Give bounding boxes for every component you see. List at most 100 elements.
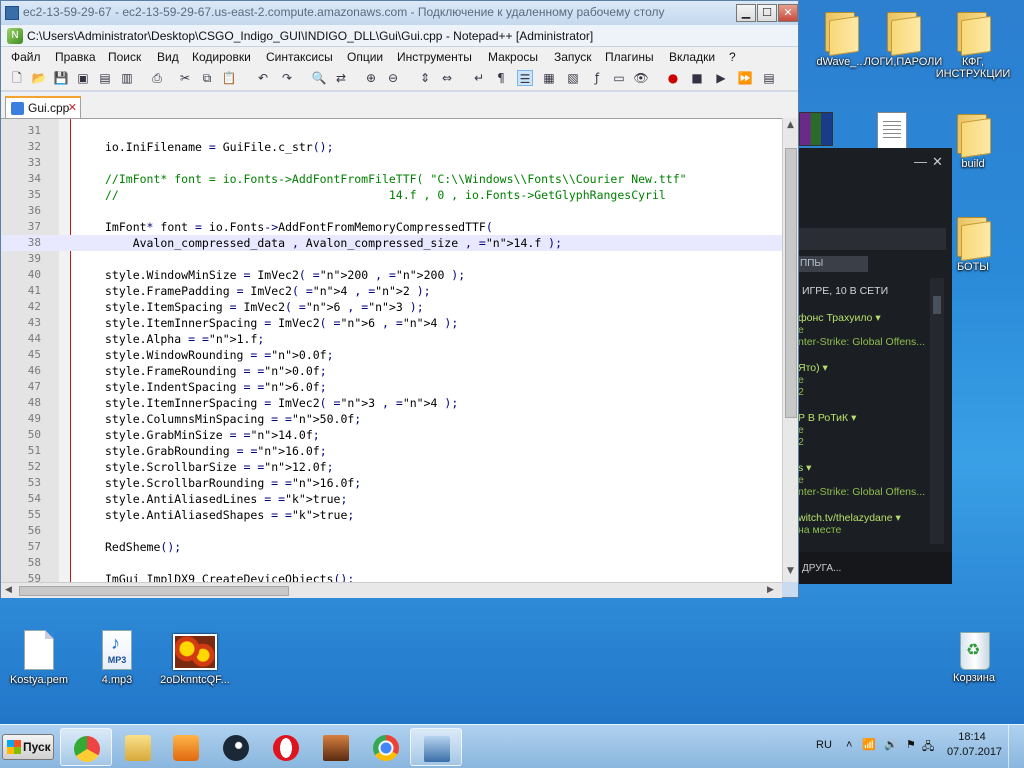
minimize-button[interactable]: ▁ (736, 4, 756, 22)
doc-map-icon[interactable]: ▧ (565, 70, 581, 86)
friend-entry[interactable]: фонс Трахуило ▾ е nter-Strike: Global Of… (798, 312, 925, 348)
monitor-icon[interactable]: 👁 (633, 70, 649, 86)
chevron-down-icon[interactable]: ▾ (875, 312, 880, 324)
code-line[interactable]: 42 style.ItemSpacing = ImVec2( ="n">6 , =… (1, 299, 782, 315)
code-line[interactable]: 37 ImFont* font = io.Fonts->AddFontFromMe… (1, 219, 782, 235)
friend-entry[interactable]: Ято) ▾ е 2 (798, 362, 828, 398)
scroll-up-icon[interactable]: ▲ (787, 120, 794, 130)
friend-entry[interactable]: s ▾ е nter-Strike: Global Offens... (798, 462, 925, 498)
code-line[interactable]: 55 style.AntiAliasedShapes = ="k">true; (1, 507, 782, 523)
menu-file[interactable]: Файл (11, 50, 41, 64)
rdp-titlebar[interactable]: ec2-13-59-29-67 - ec2-13-59-29-67.us-eas… (1, 1, 798, 27)
code-line[interactable]: 45 style.WindowRounding = ="n">0.0f; (1, 347, 782, 363)
taskbar-app-chrome-like[interactable] (60, 728, 112, 766)
run-macro-multiple-icon[interactable]: ⏩ (737, 70, 753, 86)
menu-plugins[interactable]: Плагины (605, 50, 654, 64)
clock[interactable]: 18:14 07.07.2017 (947, 731, 1002, 758)
paste-icon[interactable]: 📋 (221, 70, 237, 86)
scrollbar-thumb[interactable] (933, 296, 941, 314)
scrollbar-thumb[interactable] (19, 586, 289, 596)
save-macro-icon[interactable]: ▤ (761, 70, 777, 86)
scroll-right-icon[interactable]: ▶ (767, 585, 774, 595)
find-icon[interactable]: 🔍 (311, 70, 327, 86)
copy-icon[interactable]: ⧉ (199, 70, 215, 86)
steam-scrollbar[interactable] (930, 278, 944, 544)
code-line[interactable]: 43 style.ItemInnerSpacing = ImVec2( ="n">… (1, 315, 782, 331)
friend-entry[interactable]: witch.tv/thelazydane ▾ на месте (798, 512, 901, 536)
function-list-icon[interactable]: ƒ (589, 70, 605, 86)
close-icon[interactable]: ✕ (932, 154, 943, 170)
redo-icon[interactable]: ↷ (279, 70, 295, 86)
code-line[interactable]: 48 style.ItemInnerSpacing = ImVec2( ="n">… (1, 395, 782, 411)
maximize-button[interactable]: ☐ (757, 4, 777, 22)
tab-gui-cpp[interactable]: Gui.cpp ✕ (5, 96, 81, 118)
code-line[interactable]: 33 (1, 155, 782, 171)
menu-run[interactable]: Запуск (554, 50, 592, 64)
signal-icon[interactable]: 📶 (862, 738, 876, 751)
action-center-icon[interactable]: ⚑ (906, 738, 916, 751)
desktop-file-mp3[interactable]: ♪ MP3 4.mp3 (72, 630, 162, 686)
menu-options[interactable]: Опции (347, 50, 383, 64)
language-indicator[interactable]: RU (816, 739, 832, 751)
open-file-icon[interactable]: 📂 (31, 70, 47, 86)
menu-tools[interactable]: Инструменты (397, 50, 472, 64)
language-icon[interactable]: ▦ (541, 70, 557, 86)
zoom-in-icon[interactable]: ⊕ (363, 70, 379, 86)
close-file-icon[interactable]: ▤ (97, 70, 113, 86)
chevron-down-icon[interactable]: ▾ (895, 512, 900, 524)
volume-icon[interactable]: 🔊 (884, 738, 898, 751)
taskbar-remote-desktop[interactable] (410, 728, 462, 766)
taskbar-explorer[interactable] (112, 728, 164, 766)
chevron-down-icon[interactable]: ▾ (806, 462, 811, 474)
code-line[interactable]: 39 (1, 251, 782, 267)
code-line[interactable]: 34 //ImFont* font = io.Fonts->AddFontFrom… (1, 171, 782, 187)
menu-edit[interactable]: Правка (55, 50, 96, 64)
code-line[interactable]: 58 (1, 555, 782, 571)
scrollbar-thumb[interactable] (785, 148, 797, 418)
close-button[interactable]: ✕ (778, 4, 798, 22)
code-line[interactable]: 47 style.IndentSpacing = ="n">6.0f; (1, 379, 782, 395)
chevron-down-icon[interactable]: ▾ (823, 362, 828, 374)
code-line[interactable]: 41 style.FramePadding = ImVec2( ="n">4 , … (1, 283, 782, 299)
show-desktop-button[interactable] (1008, 725, 1024, 768)
menu-encoding[interactable]: Кодировки (192, 50, 251, 64)
vertical-scrollbar[interactable]: ▲ ▼ (782, 118, 798, 582)
taskbar-media-player[interactable] (160, 728, 212, 766)
code-line[interactable]: 51 style.GrabRounding = ="n">16.0f; (1, 443, 782, 459)
stop-macro-icon[interactable]: ■ (689, 70, 705, 86)
menu-syntax[interactable]: Синтаксисы (266, 50, 333, 64)
desktop-recycle-bin[interactable]: Корзина (929, 626, 1019, 684)
code-line[interactable]: 40 style.WindowMinSize = ImVec2( ="n">200… (1, 267, 782, 283)
minimize-icon[interactable]: — (914, 154, 927, 169)
menu-macros[interactable]: Макросы (488, 50, 538, 64)
friend-entry[interactable]: Р В РоТиК ▾ е 2 (798, 412, 856, 448)
in-game-header[interactable]: ИГРЕ, 10 В СЕТИ (802, 285, 888, 297)
show-all-chars-icon[interactable]: ¶ (493, 70, 509, 86)
cut-icon[interactable]: ✂ (177, 70, 193, 86)
close-tab-icon[interactable]: ✕ (68, 101, 77, 114)
code-line[interactable]: 57 RedSheme(); (1, 539, 782, 555)
start-button[interactable]: Пуск (2, 734, 54, 760)
chevron-down-icon[interactable]: ▾ (851, 412, 856, 424)
folder-workspace-icon[interactable]: ▭ (611, 70, 627, 86)
menu-search[interactable]: Поиск (108, 50, 141, 64)
steam-search-bar[interactable] (790, 228, 946, 250)
code-line[interactable]: 54 style.AntiAliasedLines = ="k">true; (1, 491, 782, 507)
taskbar-steam[interactable] (210, 728, 262, 766)
code-line[interactable]: 50 style.GrabMinSize = ="n">14.0f; (1, 427, 782, 443)
tab-groups[interactable]: ППЫ (790, 256, 868, 272)
new-file-icon[interactable]: 🗋 (9, 70, 25, 86)
menu-tabs[interactable]: Вкладки (669, 50, 715, 64)
taskbar-game[interactable] (310, 728, 362, 766)
word-wrap-icon[interactable]: ↵ (471, 70, 487, 86)
code-line[interactable]: 32 io.IniFilename = GuiFile.c_str(); (1, 139, 782, 155)
code-line[interactable]: 56 (1, 523, 782, 539)
sync-vertical-icon[interactable]: ⇕ (417, 70, 433, 86)
scroll-down-icon[interactable]: ▼ (787, 566, 794, 576)
record-macro-icon[interactable]: ● (665, 70, 681, 86)
code-line[interactable]: 49 style.ColumnsMinSpacing = ="n">50.0f; (1, 411, 782, 427)
save-all-icon[interactable]: ▣ (75, 70, 91, 86)
code-line[interactable]: 59 ImGui_ImplDX9_CreateDeviceObjects(); (1, 571, 782, 582)
code-editor[interactable]: 31 32 io.IniFilename = GuiFile.c_str(); 33 3… (1, 118, 782, 582)
play-macro-icon[interactable]: ▶ (713, 70, 729, 86)
